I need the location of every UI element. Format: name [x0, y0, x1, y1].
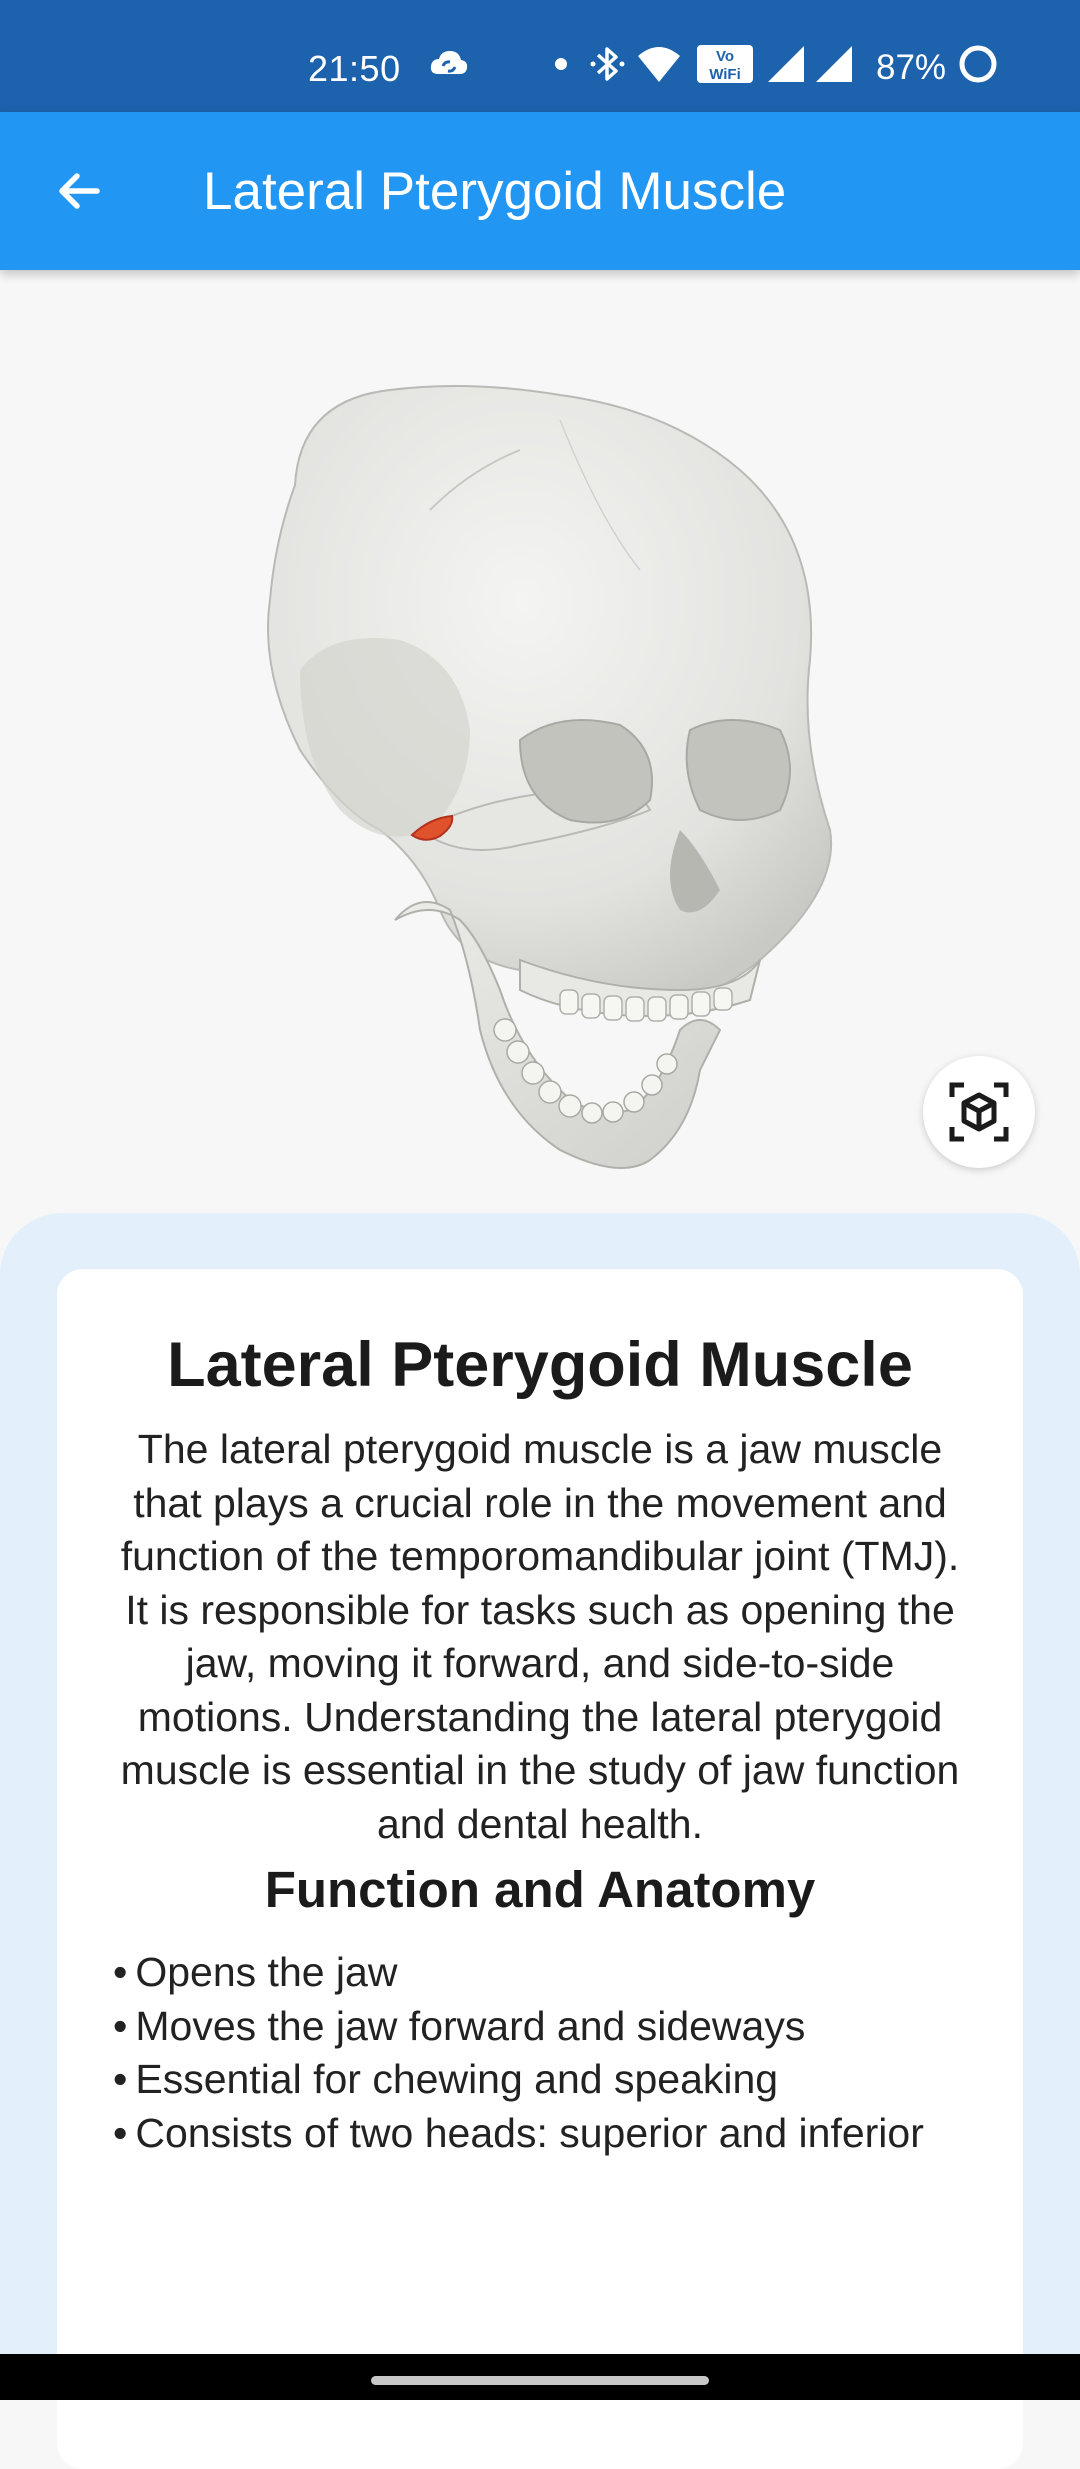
arrow-left-icon: [59, 173, 100, 209]
back-button[interactable]: [36, 148, 122, 234]
card-title: Lateral Pterygoid Muscle: [167, 1330, 913, 1400]
list-item-text: Opens the jaw: [135, 1949, 398, 1996]
list-item: • Opens the jaw: [113, 1946, 967, 2000]
list-item-text: Essential for chewing and speaking: [135, 2056, 779, 2103]
bullet-icon: •: [113, 2056, 128, 2103]
function-list: • Opens the jaw • Moves the jaw forward an…: [113, 1946, 967, 2160]
svg-text:WiFi: WiFi: [709, 66, 741, 83]
status-time: 21:50: [308, 48, 401, 89]
list-item-text: Consists of two heads: superior and infe…: [135, 2109, 924, 2156]
battery-saver-icon: [959, 45, 997, 83]
info-panel: Lateral Pterygoid Muscle The lateral pte…: [0, 1213, 1080, 2469]
list-item-text: Moves the jaw forward and sideways: [135, 2002, 806, 2049]
app-bar: Lateral Pterygoid Muscle: [0, 112, 1080, 270]
page-title: Lateral Pterygoid Muscle: [203, 162, 787, 221]
list-item: • Essential for chewing and speaking: [113, 2053, 967, 2107]
bluetooth-icon: [590, 47, 625, 81]
battery-percent: 87%: [876, 48, 947, 87]
dot-icon: [555, 58, 567, 70]
signal-icon: [816, 46, 852, 82]
skull-model-image: [267, 385, 833, 1169]
home-gesture-handle[interactable]: [371, 2376, 709, 2385]
signal-icon: [768, 46, 804, 82]
bullet-icon: •: [113, 2109, 128, 2156]
cloud-sync-icon: [430, 51, 468, 74]
list-item: • Moves the jaw forward and sideways: [113, 2000, 967, 2054]
view-in-ar-icon: [949, 1082, 1009, 1142]
info-card: Lateral Pterygoid Muscle The lateral pte…: [57, 1269, 1023, 2469]
navigation-bar: [0, 2354, 1080, 2400]
view-in-ar-button[interactable]: [923, 1056, 1035, 1168]
wifi-icon: [638, 47, 680, 82]
status-bar: 21:50 Vo WiFi 87%: [0, 0, 1080, 112]
card-description: The lateral pterygoid muscle is a jaw mu…: [120, 1426, 960, 1847]
list-item: • Consists of two heads: superior and inf…: [113, 2107, 967, 2161]
svg-text:Vo: Vo: [716, 48, 734, 65]
bullet-icon: •: [113, 2002, 128, 2049]
bullet-icon: •: [113, 1949, 128, 1996]
model-viewer[interactable]: [0, 270, 1080, 1215]
vowifi-icon: Vo WiFi: [697, 45, 753, 83]
section-heading: Function and Anatomy: [264, 1861, 816, 1919]
